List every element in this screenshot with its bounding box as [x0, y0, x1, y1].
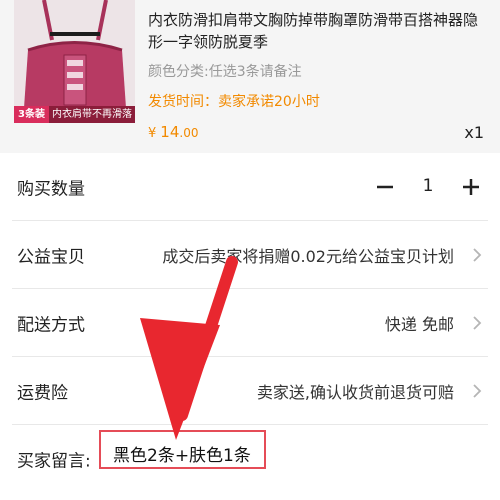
price-int: 14 — [160, 123, 180, 141]
product-spec: 颜色分类:任选3条请备注 — [148, 64, 302, 80]
delivery-label: 配送方式 — [17, 315, 85, 336]
badge-count: 3条装 — [14, 106, 49, 123]
product-title[interactable]: 内衣防滑扣肩带文胸防掉带胸罩防滑带百搭神器隐形一字领防脱夏季 — [148, 9, 488, 53]
chevron-right-icon[interactable] — [468, 381, 486, 401]
product-card[interactable]: 3条装 内衣肩带不再滑落 内衣防滑扣肩带文胸防掉带胸罩防滑带百搭神器隐形一字领防脱… — [0, 0, 500, 153]
bra-image — [14, 0, 135, 123]
delivery-row[interactable]: 配送方式 快递 免邮 — [0, 289, 500, 357]
charity-label: 公益宝贝 — [17, 247, 85, 268]
product-price: ¥14.00 — [148, 123, 198, 141]
buyer-message-text[interactable]: 黑色2条+肤色1条 — [113, 441, 251, 466]
product-thumbnail[interactable]: 3条装 内衣肩带不再滑落 — [14, 0, 135, 123]
shipping-time: 发货时间：卖家承诺20小时 — [148, 94, 320, 110]
minus-icon[interactable] — [370, 172, 400, 202]
charity-row[interactable]: 公益宝贝 成交后卖家将捐赠0.02元给公益宝贝计划 — [0, 221, 500, 289]
quantity-value[interactable]: 1 — [412, 176, 444, 196]
buyer-message-input[interactable]: 黑色2条+肤色1条 — [99, 430, 266, 469]
quantity-stepper[interactable]: 1 — [370, 172, 486, 202]
chevron-right-icon[interactable] — [468, 313, 486, 333]
price-dec: .00 — [179, 126, 199, 140]
insurance-row[interactable]: 运费险 卖家送,确认收货前退货可赔 — [0, 357, 500, 425]
insurance-value: 卖家送,确认收货前退货可赔 — [256, 383, 454, 402]
product-badge: 3条装 内衣肩带不再滑落 — [14, 106, 135, 123]
price-currency: ¥ — [148, 126, 157, 141]
message-label: 买家留言: — [17, 451, 91, 472]
quantity-row: 购买数量 1 — [0, 153, 500, 221]
badge-text: 内衣肩带不再滑落 — [51, 109, 132, 120]
charity-value: 成交后卖家将捐赠0.02元给公益宝贝计划 — [162, 247, 454, 266]
plus-icon[interactable] — [456, 172, 486, 202]
product-quantity: x1 — [464, 123, 484, 142]
quantity-label: 购买数量 — [17, 179, 85, 200]
insurance-label: 运费险 — [17, 383, 68, 404]
chevron-right-icon[interactable] — [468, 245, 486, 265]
delivery-value: 快递 免邮 — [384, 315, 454, 334]
